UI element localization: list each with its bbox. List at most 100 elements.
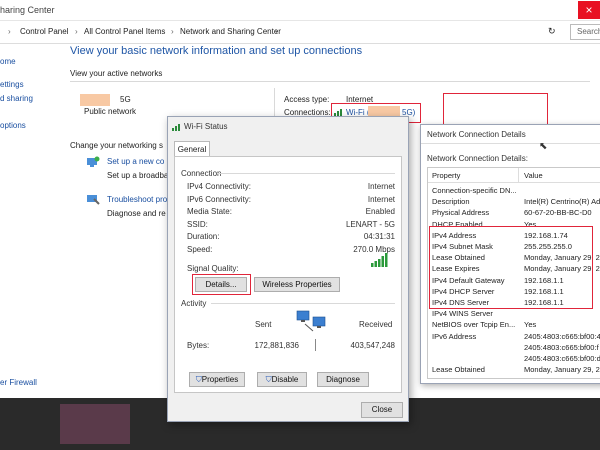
troubleshoot-icon (86, 193, 100, 207)
signal-quality-label: Signal Quality: (187, 264, 239, 273)
details-title: Network Connection Details (427, 130, 526, 139)
close-button[interactable]: Close (361, 402, 403, 418)
sidebar-item-options[interactable]: options (0, 121, 26, 130)
breadcrumb-control-panel[interactable]: Control Panel (20, 27, 68, 36)
diagnose-button[interactable]: Diagnose (317, 372, 369, 387)
setup-connection-icon (86, 156, 100, 170)
table-row[interactable]: Physical Address 60-67-20-BB-BC-D0 (428, 208, 600, 219)
ip-details-highlight (429, 226, 593, 309)
details-table-header: Property Value (428, 168, 600, 183)
empty-highlight-box (443, 93, 548, 126)
active-networks-label: View your active networks (70, 69, 163, 78)
disable-button-label: Disable (271, 375, 299, 384)
close-window-button[interactable]: × (578, 1, 600, 19)
tab-general[interactable]: General (174, 141, 210, 157)
general-panel: Connection IPv4 Connectivity: Internet IPv… (174, 156, 402, 393)
table-row[interactable]: IPv6 Address 2405:4803:c665:bf00:4 (428, 332, 600, 343)
status-row-value: LENART - 5G (345, 219, 395, 229)
sidebar-item-firewall[interactable]: er Firewall (0, 378, 37, 387)
table-row[interactable]: IPv4 WINS Server (428, 309, 600, 320)
access-type-label: Access type: (284, 95, 330, 104)
window-title: haring Center (0, 5, 55, 15)
search-placeholder: Search (577, 27, 600, 36)
wireless-properties-button[interactable]: Wireless Properties (254, 277, 340, 292)
troubleshoot-desc: Diagnose and re (107, 209, 166, 218)
activity-group-label: Activity (181, 299, 207, 308)
search-input[interactable]: Search (570, 24, 600, 40)
page-heading: View your basic network information and … (70, 45, 363, 57)
breadcrumb-network-sharing[interactable]: Network and Sharing Center (180, 27, 281, 36)
status-row-label: SSID: (187, 219, 208, 229)
bytes-label: Bytes: (187, 341, 210, 350)
network-type: Public network (84, 107, 137, 116)
status-row-label: Duration: (187, 232, 220, 241)
value-column-header[interactable]: Value (524, 171, 543, 180)
property-column-header[interactable]: Property (432, 171, 460, 180)
column-divider[interactable] (518, 168, 519, 182)
background-image (60, 404, 130, 444)
sidebar-item-sharing[interactable]: d sharing (0, 94, 33, 103)
property-cell: Lease Obtained (432, 365, 485, 375)
table-row[interactable]: Description Intel(R) Centrino(R) Adv (428, 197, 600, 208)
network-connection-details-window: Network Connection Details ⬉ Network Con… (420, 124, 600, 384)
disable-button[interactable]: ⛉Disable (257, 372, 307, 387)
breadcrumb-all-items[interactable]: All Control Panel Items (84, 27, 165, 36)
network-activity-icon (295, 307, 327, 337)
property-cell: Physical Address (432, 208, 490, 218)
properties-button[interactable]: ⛉Properties (189, 372, 245, 387)
status-row-value: Internet (367, 194, 395, 204)
value-cell: Yes (524, 320, 537, 330)
received-label: Received (359, 320, 393, 329)
table-row[interactable]: NetBIOS over Tcpip En... Yes (428, 320, 600, 331)
wifi-signal-icon (172, 121, 182, 133)
divider-vertical (315, 339, 316, 351)
value-cell: 2405:4803:c665:bf00:4 (524, 331, 600, 341)
property-cell: IPv6 Address (432, 331, 477, 341)
details-button[interactable]: Details... (195, 277, 247, 292)
status-row-label: IPv6 Connectivity: (187, 194, 252, 204)
chevron-right-icon: › (8, 27, 11, 36)
chevron-right-icon: › (275, 27, 278, 36)
sent-label: Sent (255, 320, 272, 329)
value-cell: 2405:4803:c665:bf00:f (524, 342, 599, 352)
table-row[interactable]: 2405:4803:c665:bf00:f (428, 343, 600, 354)
status-row-label: Media State: (187, 207, 232, 216)
wifi-status-dialog: Wi-Fi Status General Connection IPv4 Con… (167, 116, 409, 422)
setup-new-connection-link[interactable]: Set up a new co (107, 157, 164, 166)
status-row-label: IPv4 Connectivity: (187, 182, 252, 191)
wifi-signal-icon (334, 106, 344, 116)
wifi-status-title: Wi-Fi Status (184, 122, 228, 131)
network-name: 5G (120, 95, 131, 104)
value-cell: 60-67-20-BB-BC-D0 (524, 208, 592, 218)
status-row-value: 04:31:31 (363, 232, 395, 241)
sidebar-item-adapter-settings[interactable]: ettings (0, 80, 24, 89)
troubleshoot-link[interactable]: Troubleshoot pro (107, 195, 167, 204)
table-row[interactable]: Lease Obtained Monday, January 29, 20 (428, 365, 600, 376)
redacted-network-name (80, 94, 110, 106)
property-cell: Connection-specific DN... (432, 186, 517, 195)
chevron-right-icon: › (171, 27, 174, 36)
value-cell: Intel(R) Centrino(R) Adv (524, 197, 600, 207)
value-cell: Monday, January 29, 20 (524, 365, 600, 375)
value-cell: 2405:4803:c665:bf00:d (524, 354, 600, 363)
change-settings-label: Change your networking s (70, 141, 163, 150)
table-row[interactable]: Connection-specific DN... (428, 186, 600, 197)
table-row[interactable]: 2405:4803:c665:bf00:d (428, 354, 600, 365)
signal-bars-icon (371, 253, 389, 269)
connection-group-label: Connection (181, 169, 222, 178)
property-cell: Description (432, 197, 470, 207)
setup-new-connection-desc: Set up a broadba (107, 171, 169, 180)
details-subtitle: Network Connection Details: (427, 154, 528, 163)
refresh-icon[interactable]: ↻ (548, 26, 556, 37)
status-row-value: Enabled (365, 207, 395, 216)
divider (421, 143, 600, 144)
title-bar: haring Center × (0, 0, 600, 21)
divider (211, 303, 395, 304)
chevron-right-icon: › (75, 27, 78, 36)
property-cell: IPv4 WINS Server (432, 309, 493, 319)
status-row-value: Internet (367, 182, 395, 191)
divider (217, 173, 395, 174)
sidebar-item-home[interactable]: ome (0, 57, 16, 66)
bytes-received-value: 403,547,248 (350, 341, 396, 350)
property-cell: NetBIOS over Tcpip En... (432, 320, 516, 330)
